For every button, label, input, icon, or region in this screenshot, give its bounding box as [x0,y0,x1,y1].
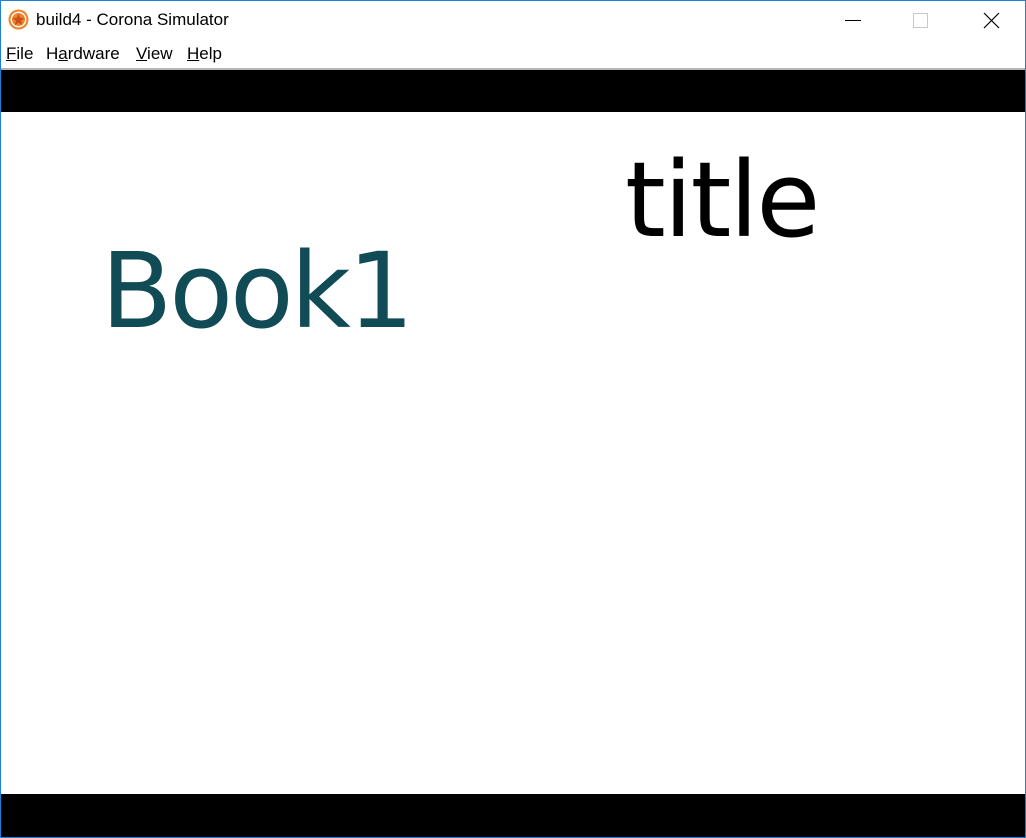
menu-hardware[interactable]: Hardware [46,43,120,65]
letterbox-top [1,70,1025,112]
close-icon [983,12,1000,29]
close-button[interactable] [967,1,1013,39]
simulator-screen[interactable]: title Book1 [1,70,1025,837]
menu-help[interactable]: Help [187,43,222,65]
app-content[interactable]: title Book1 [1,112,1025,794]
minimize-icon [845,20,861,21]
maximize-icon [913,13,928,28]
window-title: build4 - Corona Simulator [36,10,229,29]
menu-file[interactable]: File [6,43,33,65]
menu-bar: File Hardware View Help [1,39,1025,68]
title-label: title [625,139,820,261]
book-label[interactable]: Book1 [101,231,414,351]
maximize-button[interactable] [897,1,943,39]
title-bar[interactable]: build4 - Corona Simulator [1,1,1025,39]
letterbox-bottom [1,794,1025,837]
menu-view[interactable]: View [136,43,173,65]
simulator-window: build4 - Corona Simulator File Hardware … [0,0,1026,838]
minimize-button[interactable] [828,1,874,39]
corona-logo-icon[interactable] [8,9,29,30]
